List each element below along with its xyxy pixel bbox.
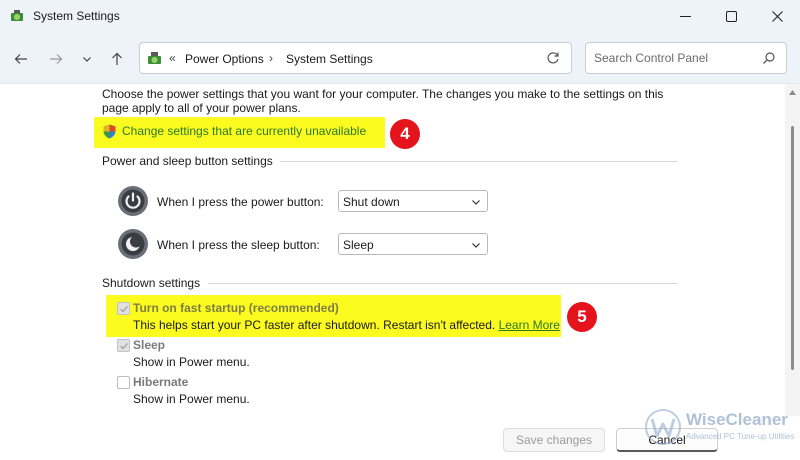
window-title: System Settings bbox=[33, 9, 120, 23]
step-badge-5: 5 bbox=[567, 302, 597, 332]
fast-startup-description: This helps start your PC faster after sh… bbox=[133, 318, 560, 332]
divider bbox=[280, 161, 677, 162]
power-button-icon bbox=[118, 186, 148, 216]
minimize-icon bbox=[679, 15, 691, 17]
power-button-action-select[interactable]: Shut down bbox=[338, 190, 488, 212]
breadcrumb-separator[interactable]: › bbox=[269, 51, 273, 65]
title-bar: System Settings bbox=[0, 0, 800, 32]
close-button[interactable] bbox=[754, 0, 800, 32]
chevron-down-icon bbox=[472, 243, 480, 248]
arrow-right-icon bbox=[50, 54, 63, 64]
watermark-name: WiseCleaner bbox=[686, 410, 788, 429]
sleep-checkbox[interactable] bbox=[117, 339, 130, 352]
sleep-button-action-value: Sleep bbox=[343, 238, 374, 252]
change-settings-link[interactable]: Change settings that are currently unava… bbox=[122, 124, 366, 138]
maximize-icon bbox=[725, 10, 737, 22]
fast-startup-description-text: This helps start your PC faster after sh… bbox=[133, 318, 496, 332]
refresh-icon[interactable] bbox=[546, 51, 560, 65]
address-bar[interactable]: « Power Options › System Settings bbox=[139, 42, 572, 74]
minimize-button[interactable] bbox=[662, 0, 708, 32]
divider bbox=[208, 283, 677, 284]
search-box[interactable] bbox=[585, 42, 787, 74]
save-changes-button[interactable]: Save changes bbox=[503, 428, 605, 452]
hibernate-option-description: Show in Power menu. bbox=[133, 392, 250, 406]
sleep-button-action-select[interactable]: Sleep bbox=[338, 233, 488, 255]
scrollbar-thumb[interactable] bbox=[791, 126, 794, 370]
sleep-button-icon bbox=[118, 229, 148, 259]
chevron-down-icon bbox=[472, 200, 480, 205]
close-icon bbox=[771, 10, 783, 22]
power-button-action-value: Shut down bbox=[343, 195, 400, 209]
vertical-scrollbar[interactable] bbox=[785, 84, 800, 416]
breadcrumb-power-options[interactable]: Power Options bbox=[185, 52, 264, 66]
learn-more-link[interactable]: Learn More bbox=[499, 318, 560, 332]
power-section-heading: Power and sleep button settings bbox=[102, 154, 273, 168]
recent-locations-button[interactable] bbox=[76, 48, 98, 70]
maximize-button[interactable] bbox=[708, 0, 754, 32]
breadcrumb-overflow[interactable]: « bbox=[169, 51, 176, 65]
shutdown-section-heading: Shutdown settings bbox=[102, 276, 201, 290]
sleep-option-title: Sleep bbox=[133, 338, 166, 352]
wisecleaner-watermark: WiseCleaner Advanced PC Tune-up Utilitie… bbox=[644, 404, 800, 452]
checkmark-icon bbox=[120, 343, 129, 350]
navigation-bar: « Power Options › System Settings bbox=[0, 32, 800, 84]
checkmark-icon bbox=[120, 306, 129, 313]
hibernate-option-title: Hibernate bbox=[133, 375, 189, 389]
intro-text: Choose the power settings that you want … bbox=[102, 87, 664, 115]
sleep-button-label: When I press the sleep button: bbox=[157, 238, 320, 252]
back-button[interactable] bbox=[10, 48, 32, 70]
watermark-tagline: Advanced PC Tune-up Utilities bbox=[686, 432, 795, 441]
fast-startup-checkbox[interactable] bbox=[117, 302, 130, 315]
power-button-label: When I press the power button: bbox=[157, 195, 324, 209]
breadcrumb-system-settings[interactable]: System Settings bbox=[286, 52, 373, 66]
fast-startup-title: Turn on fast startup (recommended) bbox=[133, 301, 339, 315]
forward-button[interactable] bbox=[45, 48, 67, 70]
uac-shield-icon bbox=[103, 124, 116, 139]
scroll-up-icon[interactable] bbox=[788, 88, 797, 97]
search-input[interactable] bbox=[594, 50, 754, 66]
hibernate-checkbox[interactable] bbox=[117, 376, 130, 389]
sleep-option-description: Show in Power menu. bbox=[133, 355, 250, 369]
arrow-up-icon bbox=[112, 52, 122, 65]
chevron-down-icon bbox=[83, 57, 91, 62]
arrow-left-icon bbox=[14, 54, 27, 64]
main-content: Choose the power settings that you want … bbox=[0, 84, 800, 460]
control-panel-icon bbox=[148, 52, 161, 64]
up-button[interactable] bbox=[106, 48, 128, 70]
step-badge-4: 4 bbox=[390, 119, 420, 149]
search-icon[interactable] bbox=[762, 51, 776, 65]
control-panel-icon bbox=[11, 10, 23, 21]
wisecleaner-logo-icon bbox=[645, 409, 681, 445]
